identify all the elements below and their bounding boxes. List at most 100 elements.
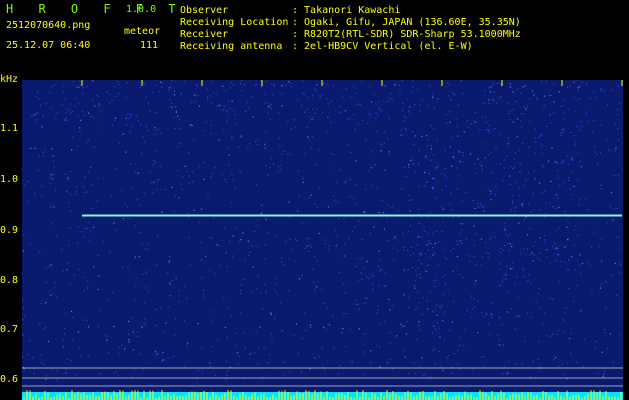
noise-dot: [573, 228, 575, 230]
noise-dot: [77, 226, 80, 228]
noise-dot: [31, 115, 33, 117]
noise-dot: [349, 329, 351, 331]
noise-dot: [246, 101, 248, 103]
noise-dot: [364, 343, 366, 345]
noise-dot: [285, 241, 287, 243]
noise-dot: [429, 376, 431, 378]
noise-dot: [459, 344, 461, 346]
noise-dot: [563, 261, 565, 263]
noise-dot: [381, 144, 383, 146]
noise-dot: [475, 172, 477, 174]
noise-dot: [22, 250, 25, 252]
noise-dot: [503, 227, 505, 229]
noise-dot: [569, 85, 571, 87]
noise-dot: [324, 239, 326, 241]
noise-dot: [268, 103, 270, 105]
noise-dot: [129, 218, 131, 220]
noise-dot: [211, 238, 213, 240]
noise-dot: [404, 269, 406, 271]
noise-dot: [512, 121, 514, 123]
noise-dot: [39, 322, 41, 324]
noise-dot: [434, 252, 436, 254]
noise-dot: [181, 188, 183, 190]
noise-dot: [223, 105, 225, 107]
noise-dot: [257, 246, 259, 248]
noise-dot: [506, 155, 508, 157]
noise-dot: [430, 145, 432, 147]
noise-dot: [375, 112, 377, 114]
noise-dot: [591, 290, 593, 292]
noise-dot: [50, 174, 52, 176]
noise-dot: [577, 179, 579, 181]
noise-dot: [558, 329, 560, 332]
noise-dot: [173, 94, 176, 96]
noise-dot: [242, 232, 244, 234]
noise-dot: [226, 374, 228, 376]
noise-dot: [563, 319, 565, 321]
noise-dot: [240, 284, 242, 286]
noise-dot: [438, 327, 440, 329]
noise-dot: [264, 147, 266, 149]
noise-dot: [158, 90, 160, 92]
noise-dot: [359, 103, 361, 105]
noise-dot: [449, 84, 451, 86]
noise-dot: [365, 333, 367, 335]
noise-dot: [375, 103, 377, 105]
noise-dot: [175, 111, 177, 113]
noise-dot: [405, 333, 407, 335]
noise-dot: [347, 118, 349, 120]
noise-dot: [509, 111, 511, 113]
noise-dot: [524, 85, 527, 87]
noise-dot: [170, 295, 172, 297]
noise-dot: [198, 221, 201, 223]
noise-dot: [473, 298, 475, 300]
noise-dot: [575, 141, 577, 143]
noise-dot: [298, 195, 300, 197]
noise-dot: [317, 149, 320, 151]
noise-dot: [496, 102, 498, 105]
noise-dot: [388, 154, 390, 156]
noise-dot: [501, 280, 503, 282]
noise-dot: [403, 116, 405, 118]
noise-dot: [339, 106, 341, 108]
noise-dot: [23, 307, 25, 310]
noise-dot: [447, 289, 449, 291]
noise-dot: [483, 356, 485, 358]
noise-dot: [225, 181, 227, 183]
noise-dot: [561, 363, 563, 365]
noise-dot: [586, 209, 588, 211]
noise-dot: [481, 165, 483, 167]
noise-dot: [520, 120, 522, 122]
noise-dot: [121, 190, 123, 192]
noise-dot: [479, 162, 481, 164]
noise-dot: [564, 111, 566, 113]
noise-dot: [569, 188, 571, 190]
noise-dot: [96, 200, 98, 202]
noise-dot: [378, 250, 380, 252]
noise-dot: [112, 292, 114, 294]
noise-dot: [265, 218, 267, 221]
info-key-antenna: Receiving antenna: [180, 41, 283, 52]
noise-dot: [186, 297, 188, 299]
noise-dot: [500, 96, 502, 98]
noise-dot: [435, 328, 437, 330]
noise-dot: [312, 108, 314, 110]
noise-dot: [320, 288, 323, 291]
noise-dot: [155, 324, 158, 327]
noise-dot: [521, 205, 523, 207]
noise-dot: [71, 193, 73, 196]
noise-dot: [300, 104, 303, 106]
noise-dot: [119, 142, 121, 144]
noise-dot: [441, 189, 443, 191]
noise-dot: [461, 243, 463, 245]
noise-dot: [132, 349, 134, 351]
noise-dot: [486, 252, 488, 254]
noise-dot: [543, 95, 546, 97]
noise-dot: [440, 206, 443, 208]
noise-dot: [41, 195, 43, 197]
noise-dot: [534, 254, 536, 256]
noise-dot: [457, 104, 459, 106]
noise-dot: [513, 158, 515, 160]
noise-dot: [268, 375, 270, 377]
noise-dot: [337, 201, 339, 203]
